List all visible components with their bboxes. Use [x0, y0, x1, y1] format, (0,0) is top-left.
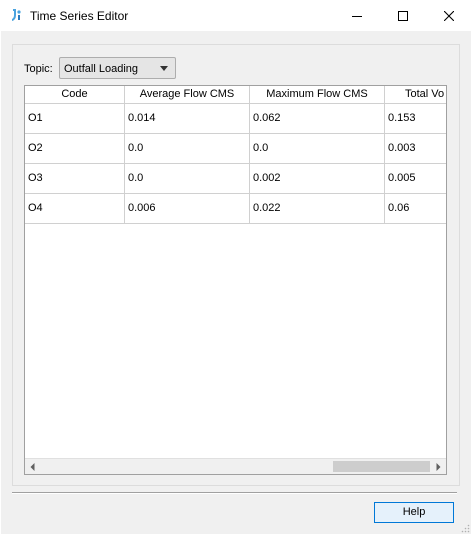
- app-logo-icon: [12, 9, 21, 21]
- resize-grip-icon[interactable]: [460, 523, 470, 533]
- horizontal-scrollbar[interactable]: [25, 458, 446, 474]
- table-cell[interactable]: 0.002: [250, 164, 385, 194]
- title-bar[interactable]: Time Series Editor: [0, 0, 472, 31]
- window-title: Time Series Editor: [30, 9, 129, 23]
- table-cell[interactable]: 0.153: [385, 104, 446, 134]
- column-header-total-volume[interactable]: Total Vo: [385, 86, 446, 104]
- table-cell[interactable]: O4: [25, 194, 125, 224]
- table-cell[interactable]: 0.0: [250, 134, 385, 164]
- close-button[interactable]: [426, 0, 472, 31]
- table-cell[interactable]: 0.0: [125, 164, 250, 194]
- scroll-right-button[interactable]: [431, 459, 446, 474]
- results-table[interactable]: Code Average Flow CMS Maximum Flow CMS T…: [24, 85, 447, 475]
- topic-label: Topic:: [24, 63, 53, 75]
- minimize-icon: [352, 15, 362, 17]
- table-cell[interactable]: 0.06: [385, 194, 446, 224]
- table-cell[interactable]: O3: [25, 164, 125, 194]
- chevron-down-icon: [160, 66, 168, 71]
- column-header-code[interactable]: Code: [25, 86, 125, 104]
- table-cell[interactable]: 0.062: [250, 104, 385, 134]
- table-cell[interactable]: 0.005: [385, 164, 446, 194]
- column-header-average-flow[interactable]: Average Flow CMS: [125, 86, 250, 104]
- table-cell[interactable]: 0.014: [125, 104, 250, 134]
- topic-dropdown-value: Outfall Loading: [64, 63, 138, 75]
- maximize-button[interactable]: [380, 0, 426, 31]
- column-header-maximum-flow[interactable]: Maximum Flow CMS: [250, 86, 385, 104]
- table-cell[interactable]: O1: [25, 104, 125, 134]
- scrollbar-thumb[interactable]: [333, 461, 430, 472]
- table-cell[interactable]: 0.006: [125, 194, 250, 224]
- chevron-right-icon: [436, 462, 441, 471]
- table-cell[interactable]: 0.003: [385, 134, 446, 164]
- table-cell[interactable]: O2: [25, 134, 125, 164]
- scroll-left-button[interactable]: [25, 459, 40, 474]
- chevron-left-icon: [30, 462, 35, 471]
- help-button[interactable]: Help: [374, 502, 454, 523]
- footer-divider: [12, 492, 457, 494]
- minimize-button[interactable]: [334, 0, 380, 31]
- table-cell[interactable]: 0.0: [125, 134, 250, 164]
- table-cell[interactable]: 0.022: [250, 194, 385, 224]
- topic-dropdown[interactable]: Outfall Loading: [59, 57, 176, 79]
- close-icon: [444, 10, 454, 21]
- maximize-icon: [398, 10, 408, 21]
